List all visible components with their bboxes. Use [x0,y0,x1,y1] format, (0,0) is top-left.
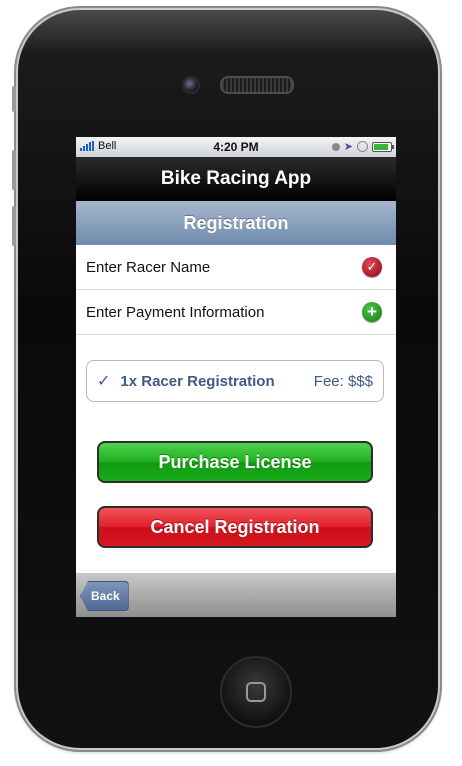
registration-summary: ✓ 1x Racer Registration Fee: $$$ [86,360,384,402]
app-screen: Bell 4:20 PM ➤ Bike Racing App Registrat… [76,137,396,617]
volume-up-button [12,150,16,190]
app-title-bar: Bike Racing App [76,157,396,201]
earpiece-speaker [220,76,294,94]
back-label: Back [91,589,120,603]
location-arrow-icon: ➤ [343,141,353,153]
home-square-icon [246,682,266,702]
purchase-license-button[interactable]: Purchase License [97,441,373,483]
back-button[interactable]: Back [80,581,129,611]
checkmark-icon: ✓ [97,373,111,390]
summary-fee: Fee: $$$ [313,372,373,390]
status-icons: ➤ [331,140,394,153]
rotation-lock-icon [357,141,368,152]
mute-switch [12,86,16,112]
row-label: Enter Payment Information [86,303,265,321]
row-label: Enter Racer Name [86,258,211,276]
app-title: Bike Racing App [160,168,312,189]
section-header: Registration [76,201,396,245]
row-payment-information[interactable]: Enter Payment Information + [76,290,396,335]
bottom-toolbar: Back [76,573,396,617]
plus-circle-icon[interactable]: + [362,302,382,322]
sync-icon [331,142,340,151]
volume-down-button [12,206,16,246]
row-racer-name[interactable]: Enter Racer Name ✓ [76,245,396,290]
section-title: Registration [183,212,289,233]
summary-item: 1x Racer Registration [120,372,275,390]
check-circle-icon: ✓ [362,257,382,277]
cancel-registration-button[interactable]: Cancel Registration [97,506,373,548]
front-camera [182,76,200,94]
home-button[interactable] [220,656,292,728]
battery-icon [372,141,394,152]
status-bar: Bell 4:20 PM ➤ [76,137,396,157]
